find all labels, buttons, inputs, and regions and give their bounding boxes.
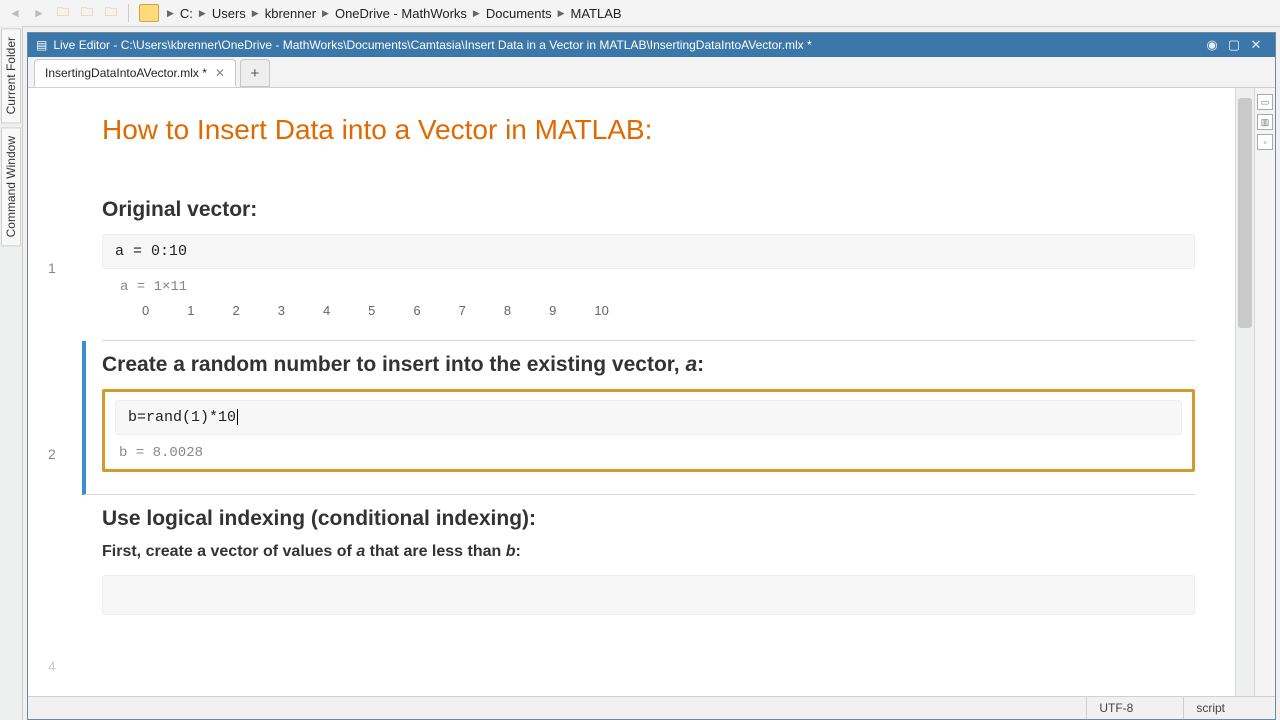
document-icon: ▤ (36, 38, 47, 52)
breadcrumb-part[interactable]: C: (180, 6, 193, 21)
para-text: that are less than (365, 543, 506, 560)
breadcrumb-part[interactable]: Users (212, 6, 246, 21)
close-icon[interactable]: ✕ (1245, 37, 1267, 53)
breadcrumb-folder-icon[interactable] (139, 4, 159, 22)
chevron-right-icon: ▶ (252, 8, 259, 19)
toolbar-separator (128, 4, 129, 22)
toolbar-folder-icon-1[interactable]: 🗀 (52, 3, 74, 23)
output-value: 2 (232, 303, 239, 318)
breadcrumb-part[interactable]: kbrenner (265, 6, 316, 21)
chevron-right-icon: ▶ (558, 8, 565, 19)
tab-current-folder[interactable]: Current Folder (1, 28, 21, 123)
para-var: a (356, 543, 365, 560)
editor-titlebar[interactable]: ▤ Live Editor - C:\Users\kbrenner\OneDri… (28, 33, 1275, 57)
section-heading: Original vector: (102, 198, 1195, 222)
left-dock-tabs: Current Folder Command Window (0, 26, 23, 720)
breadcrumb[interactable]: ▶ C: ▶ Users ▶ kbrenner ▶ OneDrive - Mat… (167, 6, 1276, 21)
heading-text: : (697, 353, 704, 376)
right-margin-strip: ▭ ▥ ▫ (1254, 88, 1275, 719)
output-value: 4 (323, 303, 330, 318)
chevron-right-icon: ▶ (167, 8, 174, 19)
address-toolbar: ◄ ► 🗀 🗀 🗀 ▶ C: ▶ Users ▶ kbrenner ▶ OneD… (0, 0, 1280, 27)
heading-var: a (685, 353, 697, 376)
section-random-number: Create a random number to insert into th… (82, 341, 1195, 495)
section-heading: Create a random number to insert into th… (102, 353, 1195, 377)
section-logical-indexing: Use logical indexing (conditional indexi… (102, 495, 1195, 637)
code-cell[interactable]: b=rand(1)*10 (115, 400, 1182, 435)
toolbar-folder-icon-2[interactable]: 🗀 (76, 3, 98, 23)
nav-forward-button[interactable]: ► (28, 3, 50, 23)
maximize-icon[interactable]: ▢ (1223, 37, 1245, 53)
line-gutter: 1 2 4 (28, 88, 82, 719)
line-number: 1 (48, 260, 56, 276)
highlighted-region: b=rand(1)*10 b = 8.0028 (102, 389, 1195, 472)
para-text: : (516, 543, 521, 560)
output-value: 10 (594, 303, 608, 318)
live-editor-window: ▤ Live Editor - C:\Users\kbrenner\OneDri… (27, 32, 1276, 720)
output-value: 0 (142, 303, 149, 318)
toolbar-folder-icon-3[interactable]: 🗀 (100, 3, 122, 23)
breadcrumb-part[interactable]: MATLAB (571, 6, 622, 21)
chevron-right-icon: ▶ (473, 8, 480, 19)
section-original-vector: How to Insert Data into a Vector in MATL… (102, 98, 1195, 341)
breadcrumb-part[interactable]: OneDrive - MathWorks (335, 6, 467, 21)
scroll-thumb[interactable] (1238, 98, 1252, 328)
help-icon[interactable]: ◉ (1201, 37, 1223, 53)
editor-window-title: Live Editor - C:\Users\kbrenner\OneDrive… (53, 38, 1201, 52)
nav-back-button[interactable]: ◄ (4, 3, 26, 23)
line-number: 2 (48, 446, 56, 462)
status-mode[interactable]: script (1183, 697, 1275, 719)
output-value: 3 (278, 303, 285, 318)
chevron-right-icon: ▶ (322, 8, 329, 19)
status-bar: UTF-8 script (28, 696, 1275, 719)
para-var: b (506, 543, 516, 560)
file-tab-strip: InsertingDataIntoAVector.mlx * ✕ + (28, 57, 1275, 88)
tab-command-window[interactable]: Command Window (1, 127, 21, 246)
page-title: How to Insert Data into a Vector in MATL… (102, 114, 1195, 146)
output-right-icon[interactable]: ▥ (1257, 114, 1273, 130)
code-output-values: 0 1 2 3 4 5 6 7 8 9 10 (102, 295, 1195, 318)
paragraph: First, create a vector of values of a th… (102, 543, 1195, 561)
para-text: First, create a vector of values of (102, 543, 356, 560)
line-number: 4 (48, 658, 56, 674)
code-cell[interactable]: a = 0:10 (102, 234, 1195, 269)
output-value: 5 (368, 303, 375, 318)
add-tab-button[interactable]: + (240, 59, 270, 87)
document-area: 1 2 4 How to Insert Data into a Vector i… (28, 88, 1275, 719)
chevron-right-icon: ▶ (199, 8, 206, 19)
document-content[interactable]: How to Insert Data into a Vector in MATL… (82, 88, 1235, 719)
output-value: 9 (549, 303, 556, 318)
status-encoding[interactable]: UTF-8 (1086, 697, 1183, 719)
text-caret (237, 409, 238, 425)
close-tab-icon[interactable]: ✕ (215, 66, 225, 80)
section-heading: Use logical indexing (conditional indexi… (102, 507, 1195, 531)
file-tab-label: InsertingDataIntoAVector.mlx * (45, 66, 207, 80)
heading-text: Create a random number to insert into th… (102, 353, 685, 376)
output-value: 6 (413, 303, 420, 318)
code-output: b = 8.0028 (115, 435, 1182, 461)
output-hide-icon[interactable]: ▫ (1257, 134, 1273, 150)
output-value: 8 (504, 303, 511, 318)
code-text: b=rand(1)*10 (128, 409, 236, 426)
breadcrumb-part[interactable]: Documents (486, 6, 552, 21)
vertical-scrollbar[interactable] (1235, 88, 1254, 719)
output-value: 1 (187, 303, 194, 318)
output-value: 7 (459, 303, 466, 318)
file-tab-active[interactable]: InsertingDataIntoAVector.mlx * ✕ (34, 59, 236, 87)
code-output-header: a = 1×11 (102, 269, 1195, 295)
output-inline-icon[interactable]: ▭ (1257, 94, 1273, 110)
code-cell-empty[interactable] (102, 575, 1195, 615)
